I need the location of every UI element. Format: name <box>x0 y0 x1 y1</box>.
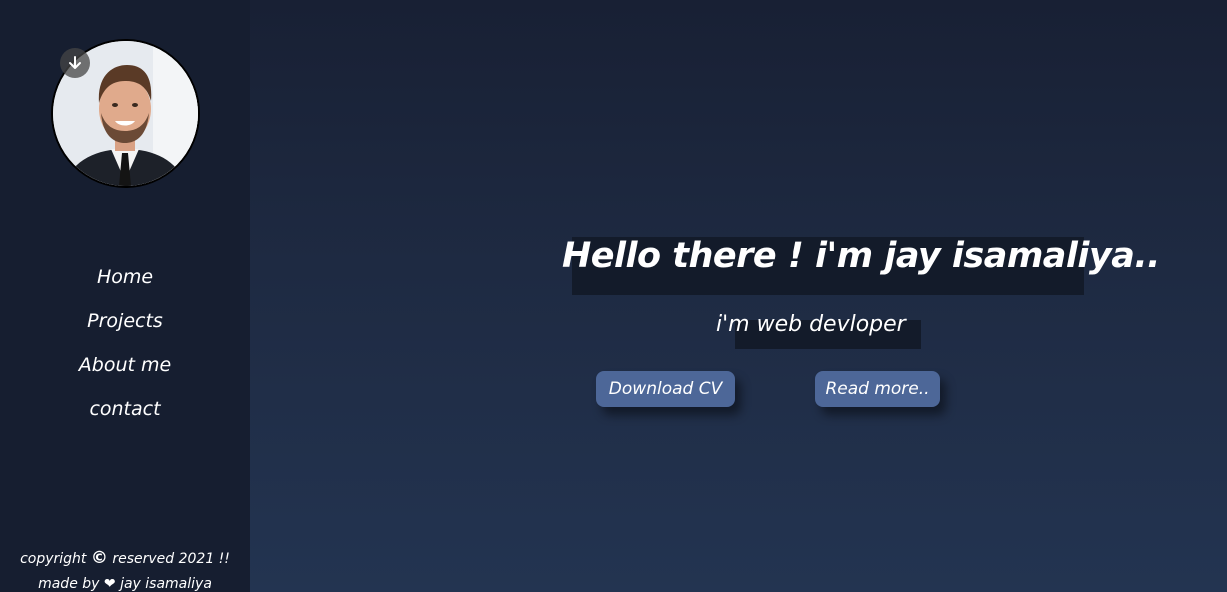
nav-item-home[interactable]: Home <box>0 255 250 299</box>
read-more-button[interactable]: Read more.. <box>815 371 940 407</box>
sidebar-nav: Home Projects About me contact <box>0 255 250 431</box>
download-cv-button[interactable]: Download CV <box>596 371 735 407</box>
sidebar-footer: copyright © reserved 2021 !! made by ❤ j… <box>0 546 250 592</box>
copyright-suffix: reserved 2021 !! <box>112 551 230 567</box>
arrow-down-icon[interactable] <box>60 48 90 78</box>
nav-item-contact[interactable]: contact <box>0 387 250 431</box>
copyright-prefix: copyright <box>20 551 87 567</box>
heart-icon: ❤ <box>103 576 116 592</box>
main-hero: Hello there ! i'm jay isamaliya.. i'm we… <box>250 0 1227 592</box>
made-by-prefix: made by <box>38 576 100 592</box>
sidebar: Home Projects About me contact copyright… <box>0 0 250 592</box>
made-by-name: jay isamaliya <box>120 576 212 592</box>
made-by-line: made by ❤ jay isamaliya <box>0 572 250 592</box>
hero-headline: Hello there ! i'm jay isamaliya.. <box>562 236 1160 276</box>
copyright-icon: © <box>90 548 108 568</box>
hero-subline: i'm web devloper <box>716 312 906 337</box>
copyright-line: copyright © reserved 2021 !! <box>0 546 250 572</box>
nav-item-projects[interactable]: Projects <box>0 299 250 343</box>
nav-item-about-me[interactable]: About me <box>0 343 250 387</box>
